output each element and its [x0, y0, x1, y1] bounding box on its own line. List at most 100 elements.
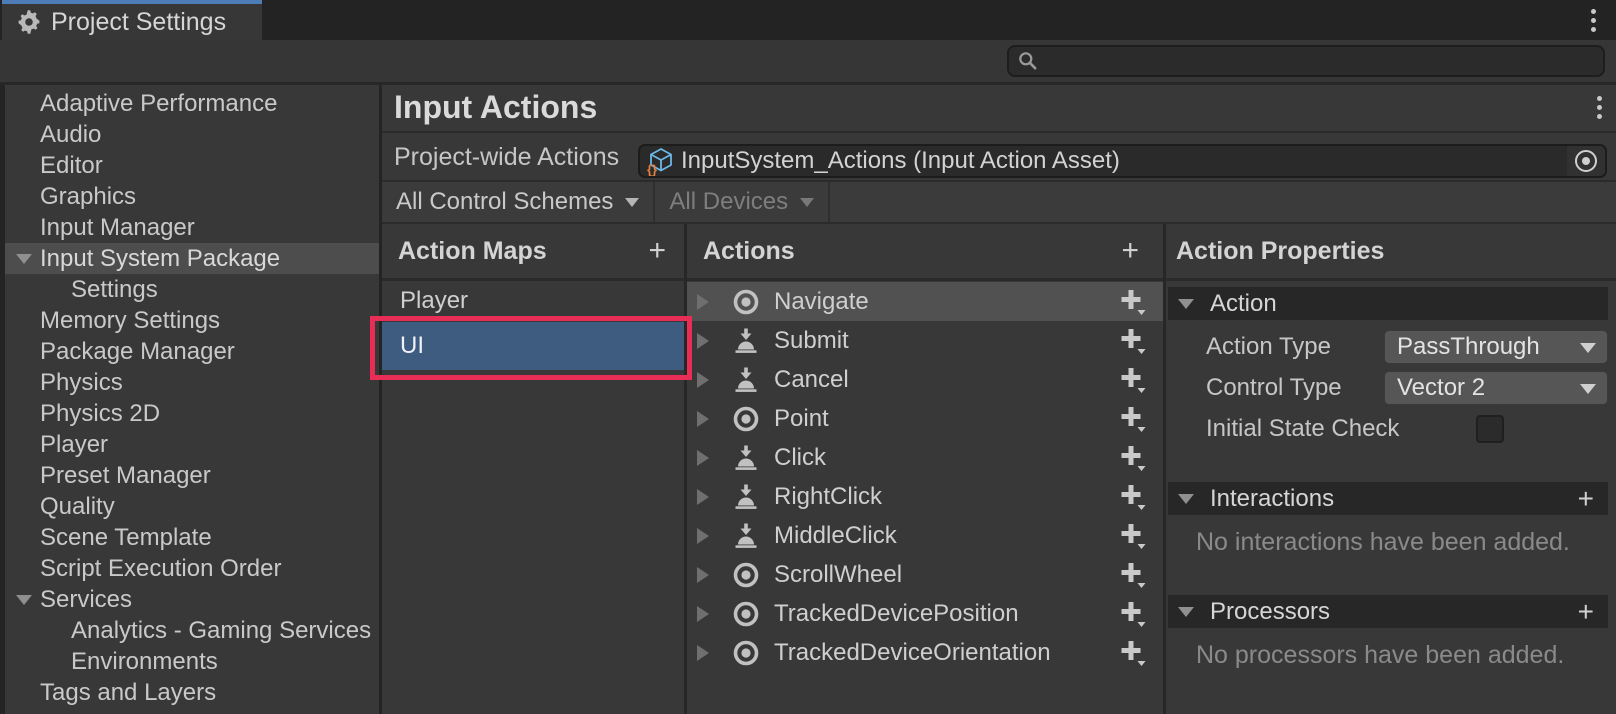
expand-triangle-icon[interactable] [697, 645, 709, 661]
action-row-trackeddeviceorientation[interactable]: TrackedDeviceOrientation [687, 633, 1163, 672]
initial-state-check-label: Initial State Check [1206, 412, 1399, 446]
value-action-icon [731, 638, 761, 668]
add-binding-button[interactable] [1117, 327, 1147, 355]
sidebar-item-input-system-package[interactable]: Input System Package [5, 243, 379, 274]
add-binding-button[interactable] [1117, 405, 1147, 433]
project-settings-window: Project Settings Adaptive Performance Au… [0, 0, 1616, 714]
sidebar-item-audio[interactable]: Audio [5, 119, 379, 150]
value-action-icon [731, 287, 761, 317]
sidebar-item-script-execution-order[interactable]: Script Execution Order [5, 553, 379, 584]
control-schemes-dropdown[interactable]: All Control Schemes [382, 182, 655, 222]
expand-triangle-icon[interactable] [697, 567, 709, 583]
input-action-asset-field[interactable]: {} InputSystem_Actions (Input Action Ass… [638, 144, 1607, 178]
action-row-trackeddeviceposition[interactable]: TrackedDevicePosition [687, 594, 1163, 633]
action-type-dropdown[interactable]: PassThrough [1384, 330, 1608, 364]
action-row-rightclick[interactable]: RightClick [687, 477, 1163, 516]
add-action-map-button[interactable]: + [648, 236, 666, 266]
sidebar-item-services[interactable]: Services [5, 584, 379, 615]
control-type-row: Control Type Vector 2 [1166, 371, 1608, 405]
add-binding-button[interactable] [1117, 561, 1147, 589]
add-processor-button[interactable]: + [1578, 598, 1594, 626]
sidebar-item-tags-and-layers[interactable]: Tags and Layers [5, 677, 379, 708]
add-binding-button[interactable] [1117, 522, 1147, 550]
button-action-icon [731, 482, 761, 512]
foldout-expanded-icon[interactable] [1178, 494, 1194, 504]
expand-triangle-icon[interactable] [697, 372, 709, 388]
add-interaction-button[interactable]: + [1578, 485, 1594, 513]
foldout-expanded-icon[interactable] [16, 595, 32, 605]
add-binding-button[interactable] [1117, 483, 1147, 511]
action-row-middleclick[interactable]: MiddleClick [687, 516, 1163, 555]
action-map-row-ui[interactable]: UI [382, 322, 684, 370]
foldout-expanded-icon[interactable] [1178, 299, 1194, 309]
control-schemes-label: All Control Schemes [396, 188, 613, 216]
action-section-header[interactable]: Action [1168, 287, 1608, 320]
sidebar-item-environments[interactable]: Environments [5, 646, 379, 677]
devices-dropdown[interactable]: All Devices [655, 182, 830, 222]
action-row-scrollwheel[interactable]: ScrollWheel [687, 555, 1163, 594]
sidebar-item-graphics[interactable]: Graphics [5, 181, 379, 212]
sidebar-item-analytics-gaming-services[interactable]: Analytics - Gaming Services [5, 615, 379, 646]
chevron-down-icon [1580, 343, 1596, 353]
expand-triangle-icon[interactable] [697, 489, 709, 505]
processors-section-header[interactable]: Processors + [1168, 595, 1608, 628]
sidebar-item-scene-template[interactable]: Scene Template [5, 522, 379, 553]
search-box[interactable] [1007, 45, 1605, 77]
action-type-row: Action Type PassThrough [1166, 330, 1608, 364]
initial-state-check-row: Initial State Check [1166, 412, 1608, 446]
button-action-icon [731, 443, 761, 473]
action-row-point[interactable]: Point [687, 399, 1163, 438]
expand-triangle-icon[interactable] [697, 528, 709, 544]
expand-triangle-icon[interactable] [697, 411, 709, 427]
sidebar-item-player[interactable]: Player [5, 429, 379, 460]
action-label: ScrollWheel [774, 561, 902, 589]
action-row-click[interactable]: Click [687, 438, 1163, 477]
search-input[interactable] [1039, 48, 1603, 74]
expand-triangle-icon[interactable] [697, 294, 709, 310]
add-binding-button[interactable] [1117, 639, 1147, 667]
add-binding-button[interactable] [1117, 366, 1147, 394]
expand-triangle-icon[interactable] [697, 333, 709, 349]
sidebar-item-memory-settings[interactable]: Memory Settings [5, 305, 379, 336]
sidebar-item-physics[interactable]: Physics [5, 367, 379, 398]
action-row-cancel[interactable]: Cancel [687, 360, 1163, 399]
sidebar-item-quality[interactable]: Quality [5, 491, 379, 522]
tab-label: Project Settings [51, 8, 226, 37]
sidebar-item-physics-2d[interactable]: Physics 2D [5, 398, 379, 429]
action-section-title: Action [1210, 290, 1277, 318]
add-action-button[interactable]: + [1121, 236, 1139, 266]
action-label: Point [774, 405, 829, 433]
expand-triangle-icon[interactable] [697, 450, 709, 466]
add-binding-button[interactable] [1117, 444, 1147, 472]
sidebar-item-settings[interactable]: Settings [5, 274, 379, 305]
sidebar-item-package-manager[interactable]: Package Manager [5, 336, 379, 367]
add-binding-button[interactable] [1117, 288, 1147, 316]
button-action-icon [731, 365, 761, 395]
value-action-icon [731, 404, 761, 434]
object-picker-button[interactable] [1567, 146, 1605, 176]
action-row-navigate[interactable]: Navigate [687, 282, 1163, 321]
add-binding-button[interactable] [1117, 600, 1147, 628]
sidebar-item-preset-manager[interactable]: Preset Manager [5, 460, 379, 491]
action-label: Navigate [774, 288, 869, 316]
window-kebab-menu-icon[interactable] [1591, 9, 1596, 32]
action-row-submit[interactable]: Submit [687, 321, 1163, 360]
interactions-section-header[interactable]: Interactions + [1168, 482, 1608, 515]
panel-kebab-menu-icon[interactable] [1597, 96, 1602, 119]
chevron-down-icon [625, 198, 639, 207]
sidebar-item-adaptive-performance[interactable]: Adaptive Performance [5, 88, 379, 119]
sidebar-item-label: Services [40, 586, 132, 613]
editor-columns: Action Maps + Player UI Actions + [382, 222, 1616, 714]
object-picker-icon [1573, 148, 1599, 174]
page-title: Input Actions [394, 89, 597, 126]
sidebar-item-input-manager[interactable]: Input Manager [5, 212, 379, 243]
tab-project-settings[interactable]: Project Settings [2, 0, 262, 40]
action-map-row-player[interactable]: Player [382, 282, 684, 320]
initial-state-check-checkbox[interactable] [1476, 415, 1504, 443]
expand-triangle-icon[interactable] [697, 606, 709, 622]
sidebar-item-editor[interactable]: Editor [5, 150, 379, 181]
foldout-expanded-icon[interactable] [1178, 607, 1194, 617]
action-label: TrackedDevicePosition [774, 600, 1019, 628]
foldout-expanded-icon[interactable] [16, 254, 32, 264]
control-type-dropdown[interactable]: Vector 2 [1384, 371, 1608, 405]
